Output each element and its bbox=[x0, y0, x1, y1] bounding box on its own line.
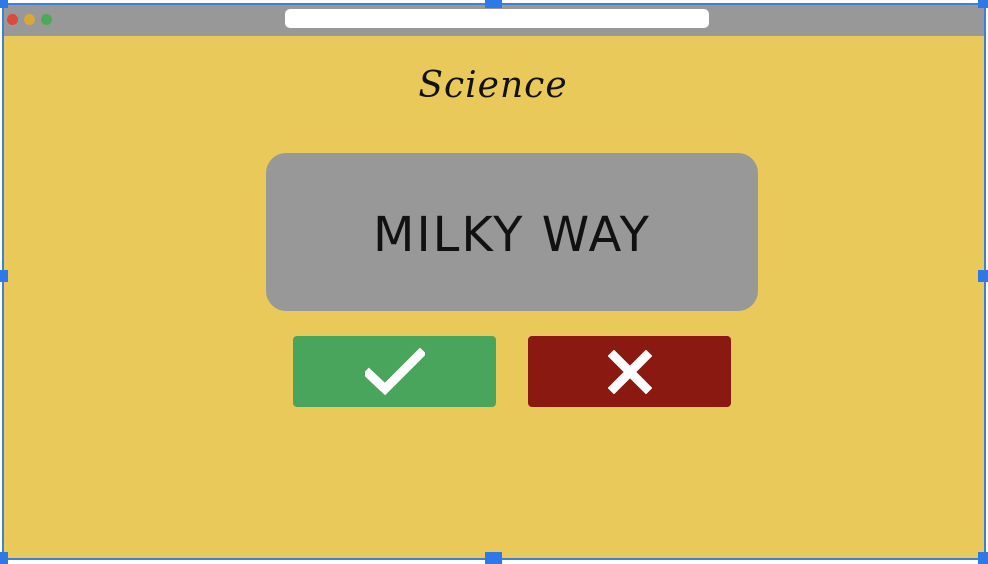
address-bar[interactable] bbox=[285, 9, 709, 28]
wrong-button[interactable] bbox=[528, 336, 731, 407]
canvas: Science MILKY WAY bbox=[0, 0, 988, 564]
category-title: Science bbox=[418, 65, 568, 106]
word-text: MILKY WAY bbox=[373, 207, 651, 263]
word-card: MILKY WAY bbox=[266, 153, 758, 311]
resize-handle-bottom-left[interactable] bbox=[0, 552, 8, 564]
resize-handle-left[interactable] bbox=[0, 270, 8, 282]
correct-button[interactable] bbox=[293, 336, 496, 407]
window-maximize-button[interactable] bbox=[41, 14, 52, 25]
resize-handle-right[interactable] bbox=[978, 270, 988, 282]
checkmark-icon bbox=[364, 347, 425, 395]
app-window: Science MILKY WAY bbox=[2, 3, 984, 558]
window-minimize-button[interactable] bbox=[24, 14, 35, 25]
resize-handle-bottom[interactable] bbox=[485, 552, 502, 564]
resize-handle-top[interactable] bbox=[485, 0, 502, 8]
window-close-button[interactable] bbox=[7, 14, 18, 25]
resize-handle-top-left[interactable] bbox=[0, 0, 8, 8]
resize-handle-bottom-right[interactable] bbox=[978, 552, 988, 564]
resize-handle-top-right[interactable] bbox=[978, 0, 988, 8]
close-icon bbox=[607, 349, 652, 394]
